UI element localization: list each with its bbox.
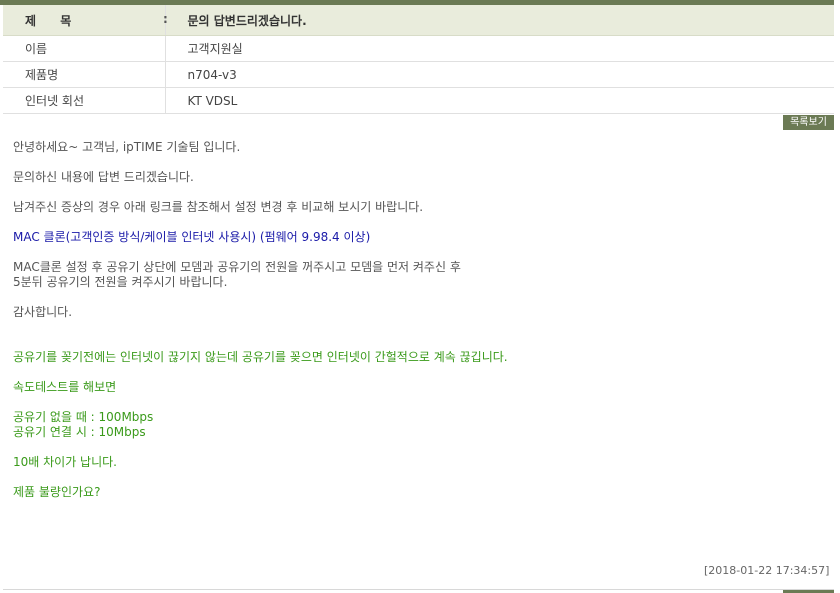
post-info-table: 제 목 : 문의 답변드리겠습니다. 이름 고객지원실 제품명 n704-v3 … — [3, 5, 834, 114]
info-row-product: 제품명 n704-v3 — [3, 61, 834, 88]
list-view-button[interactable]: 목록보기 — [783, 115, 834, 130]
info-row-name: 이름 고객지원실 — [3, 35, 834, 62]
mac-clone-link[interactable]: MAC 클론(고객인증 방식/케이블 인터넷 사용시) (펌웨어 9.98.4 … — [13, 230, 823, 245]
mac-clone-note: MAC클론 설정 후 공유기 상단에 모뎀과 공유기의 전원을 꺼주시고 모뎀을… — [13, 260, 461, 289]
answer-intro-text: 문의하신 내용에 답변 드리겠습니다. — [13, 170, 194, 184]
title-label: 제 목 — [25, 13, 82, 28]
thanks-text: 감사합니다. — [13, 305, 73, 319]
question-speeds: 공유기 없을 때 : 100Mbps 공유기 연결 시 : 10Mbps — [13, 410, 154, 439]
product-value: n704-v3 — [165, 61, 834, 88]
internet-line-label: 인터넷 회선 — [3, 87, 166, 114]
info-row-internet: 인터넷 회선 KT VDSL — [3, 87, 834, 114]
title-label-cell: 제 목 : — [3, 5, 168, 36]
product-label: 제품명 — [3, 61, 166, 88]
internet-line-value: KT VDSL — [165, 87, 834, 114]
name-label: 이름 — [3, 35, 166, 62]
question-difference: 10배 차이가 납니다. — [13, 455, 117, 469]
title-row: 제 목 : 문의 답변드리겠습니다. — [3, 5, 834, 36]
post-content: 안녕하세요~ 고객님, ipTIME 기술팀 입니다. 문의하신 내용에 답변 … — [13, 140, 823, 500]
name-value: 고객지원실 — [165, 35, 834, 62]
post-title: 문의 답변드리겠습니다. — [165, 5, 834, 36]
question-defect: 제품 불량인가요? — [13, 485, 101, 499]
title-colon: : — [163, 12, 168, 26]
question-symptom: 공유기를 꽂기전에는 인터넷이 끊기지 않는데 공유기를 꽂으면 인터넷이 간헐… — [13, 350, 508, 364]
bottom-divider — [3, 589, 834, 590]
instruction-text: 남겨주신 증상의 경우 아래 링크를 참조해서 설정 변경 후 비교해 보시기 … — [13, 200, 424, 214]
post-timestamp: [2018-01-22 17:34:57] — [704, 564, 830, 577]
question-speedtest: 속도테스트를 해보면 — [13, 380, 117, 394]
greeting-text: 안녕하세요~ 고객님, ipTIME 기술팀 입니다. — [13, 140, 241, 154]
